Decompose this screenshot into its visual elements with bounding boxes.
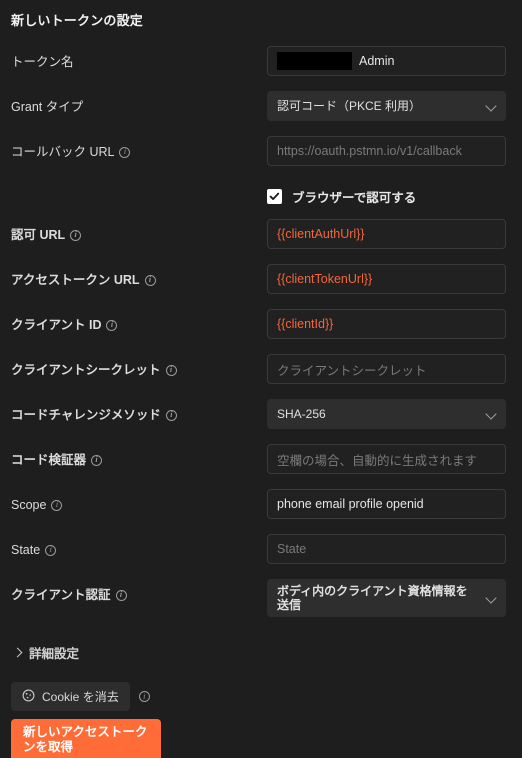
grant-type-value: 認可コード（PKCE 利用） — [277, 99, 422, 113]
label-code-challenge-method: コードチャレンジメソッド — [11, 399, 267, 423]
field-scope: phone email profile openid — [267, 489, 506, 519]
cookie-icon — [22, 689, 35, 705]
checkmark-icon — [269, 192, 280, 201]
callback-url-input[interactable]: https://oauth.pstmn.io/v1/callback — [267, 136, 506, 166]
field-row-authorize-browser: ブラウザーで認可する — [0, 181, 522, 219]
page-title: 新しいトークンの設定 — [11, 13, 144, 28]
advanced-settings-label: 詳細設定 — [29, 647, 80, 661]
field-client-id: {{clientId}} — [267, 309, 506, 339]
field-grant-type: 認可コード（PKCE 利用） — [267, 91, 506, 121]
info-icon[interactable] — [115, 589, 127, 601]
label-access-token-url-text: アクセストークン URL — [11, 273, 140, 287]
field-row-client-secret: クライアントシークレット クライアントシークレット — [0, 354, 522, 399]
label-client-id: クライアント ID — [11, 309, 267, 333]
info-icon[interactable] — [144, 274, 156, 286]
field-row-auth-url: 認可 URL {{clientAuthUrl}} — [0, 219, 522, 264]
code-challenge-method-value: SHA-256 — [277, 407, 326, 421]
info-icon[interactable] — [119, 146, 131, 158]
client-authentication-value: ボディ内のクライアント資格情報を送信 — [277, 584, 468, 612]
label-grant-type-text: Grant タイプ — [11, 100, 84, 114]
field-row-code-challenge-method: コードチャレンジメソッド SHA-256 — [0, 399, 522, 444]
label-scope-text: Scope — [11, 498, 47, 512]
chevron-down-icon — [486, 408, 498, 420]
code-verifier-input[interactable]: 空欄の場合、自動的に生成されます — [267, 444, 506, 474]
redacted-text-block — [277, 52, 352, 70]
form-footer: Cookie を消去 新しいアクセストークンを取得 — [0, 662, 522, 758]
label-client-secret: クライアントシークレット — [11, 354, 267, 378]
info-icon[interactable] — [91, 454, 103, 466]
label-token-name-text: トークン名 — [11, 55, 74, 69]
field-row-client-authentication: クライアント認証 ボディ内のクライアント資格情報を送信 — [0, 579, 522, 629]
label-state-text: State — [11, 543, 41, 557]
field-auth-url: {{clientAuthUrl}} — [267, 219, 506, 249]
field-client-authentication: ボディ内のクライアント資格情報を送信 — [267, 579, 506, 617]
field-client-secret: クライアントシークレット — [267, 354, 506, 384]
field-access-token-url: {{clientTokenUrl}} — [267, 264, 506, 294]
label-client-authentication: クライアント認証 — [11, 579, 267, 603]
label-client-authentication-text: クライアント認証 — [11, 588, 111, 602]
clear-cookies-row: Cookie を消去 — [11, 682, 522, 711]
chevron-down-icon — [486, 592, 498, 604]
label-callback-url: コールバック URL — [11, 136, 267, 160]
info-icon[interactable] — [165, 409, 177, 421]
chevron-right-icon — [13, 648, 22, 657]
token-configuration-form: トークン名 Admin Grant タイプ 認可コード（PKCE 利用） コール… — [0, 29, 522, 629]
chevron-down-icon — [486, 100, 498, 112]
field-code-verifier: 空欄の場合、自動的に生成されます — [267, 444, 506, 474]
label-token-name: トークン名 — [11, 46, 267, 70]
get-new-access-token-button[interactable]: 新しいアクセストークンを取得 — [11, 719, 161, 758]
label-code-challenge-method-text: コードチャレンジメソッド — [11, 408, 161, 422]
scope-input[interactable]: phone email profile openid — [267, 489, 506, 519]
info-icon[interactable] — [51, 499, 63, 511]
field-row-state: State State — [0, 534, 522, 579]
label-scope: Scope — [11, 489, 267, 513]
access-token-url-input[interactable]: {{clientTokenUrl}} — [267, 264, 506, 294]
label-callback-url-text: コールバック URL — [11, 145, 115, 159]
clear-cookies-label: Cookie を消去 — [42, 690, 119, 704]
client-id-input[interactable]: {{clientId}} — [267, 309, 506, 339]
grant-type-select[interactable]: 認可コード（PKCE 利用） — [267, 91, 506, 121]
field-token-name: Admin — [267, 46, 506, 76]
label-auth-url-text: 認可 URL — [11, 228, 66, 242]
label-access-token-url: アクセストークン URL — [11, 264, 267, 288]
field-state: State — [267, 534, 506, 564]
field-row-token-name: トークン名 Admin — [0, 46, 522, 91]
authorize-browser-checkbox-row[interactable]: ブラウザーで認可する — [267, 181, 506, 210]
info-icon[interactable] — [45, 544, 57, 556]
field-row-client-id: クライアント ID {{clientId}} — [0, 309, 522, 354]
token-name-value-suffix: Admin — [359, 54, 395, 68]
label-code-verifier: コード検証器 — [11, 444, 267, 468]
label-grant-type: Grant タイプ — [11, 91, 267, 115]
auth-url-input[interactable]: {{clientAuthUrl}} — [267, 219, 506, 249]
client-authentication-select[interactable]: ボディ内のクライアント資格情報を送信 — [267, 579, 506, 617]
field-authorize-browser: ブラウザーで認可する — [267, 181, 506, 210]
authorize-browser-checkbox[interactable] — [267, 189, 282, 204]
clear-cookies-button[interactable]: Cookie を消去 — [11, 682, 130, 711]
advanced-settings-toggle[interactable]: 詳細設定 — [0, 629, 522, 662]
info-icon[interactable] — [165, 364, 177, 376]
field-row-callback-url: コールバック URL https://oauth.pstmn.io/v1/cal… — [0, 136, 522, 181]
label-state: State — [11, 534, 267, 558]
field-row-access-token-url: アクセストークン URL {{clientTokenUrl}} — [0, 264, 522, 309]
label-code-verifier-text: コード検証器 — [11, 453, 87, 467]
info-icon[interactable] — [70, 229, 82, 241]
label-auth-url: 認可 URL — [11, 219, 267, 243]
info-icon[interactable] — [138, 691, 150, 702]
oauth2-token-configuration-panel: 新しいトークンの設定 トークン名 Admin Grant タイプ 認可コード（P… — [0, 0, 522, 758]
state-input[interactable]: State — [267, 534, 506, 564]
field-callback-url: https://oauth.pstmn.io/v1/callback — [267, 136, 506, 166]
label-authorize-browser-spacer — [11, 181, 267, 189]
field-code-challenge-method: SHA-256 — [267, 399, 506, 429]
field-row-code-verifier: コード検証器 空欄の場合、自動的に生成されます — [0, 444, 522, 489]
label-client-id-text: クライアント ID — [11, 318, 102, 332]
field-row-scope: Scope phone email profile openid — [0, 489, 522, 534]
authorize-browser-label: ブラウザーで認可する — [292, 191, 417, 205]
field-row-grant-type: Grant タイプ 認可コード（PKCE 利用） — [0, 91, 522, 136]
info-icon[interactable] — [106, 319, 118, 331]
token-name-input[interactable]: Admin — [267, 46, 506, 76]
code-challenge-method-select[interactable]: SHA-256 — [267, 399, 506, 429]
label-client-secret-text: クライアントシークレット — [11, 363, 161, 377]
client-secret-input[interactable]: クライアントシークレット — [267, 354, 506, 384]
